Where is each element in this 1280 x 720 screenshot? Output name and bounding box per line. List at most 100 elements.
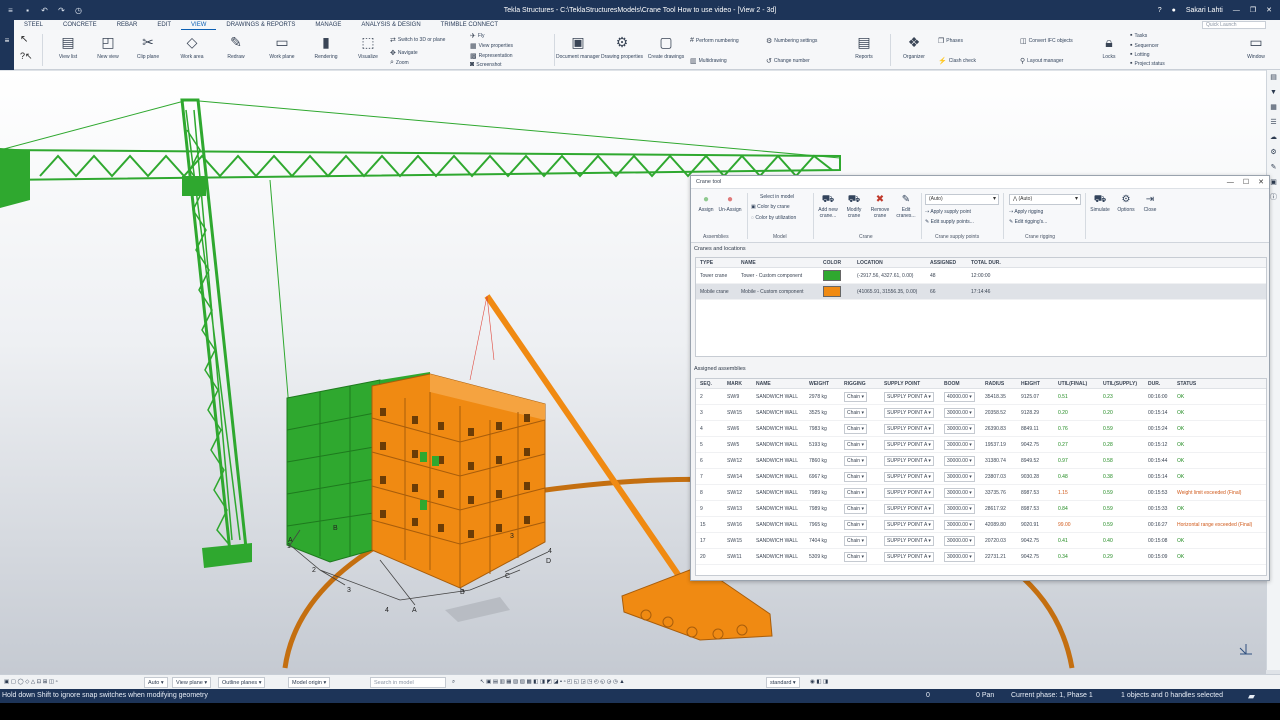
create-drawings-button[interactable]: ▢ Create drawings: [644, 32, 688, 68]
supply-point-select[interactable]: (Auto): [925, 194, 999, 205]
assembly-supply-point-select[interactable]: SUPPLY POINT A ▾: [884, 407, 934, 418]
select-arrow-icon[interactable]: ↖: [20, 34, 28, 45]
col-rigging[interactable]: RIGGING: [840, 379, 880, 388]
work-plane-button[interactable]: ▭ Work plane: [260, 32, 304, 68]
document-manager-button[interactable]: ▣ Document manager: [556, 32, 600, 68]
apply-supply-point-button[interactable]: ⇢ Apply supply point: [925, 209, 971, 215]
clip-plane-button[interactable]: ✂ Clip plane: [126, 32, 170, 68]
col-name[interactable]: NAME: [737, 258, 819, 267]
assembly-supply-point-select[interactable]: SUPPLY POINT A ▾: [884, 391, 934, 402]
col-assigned[interactable]: ASSIGNED: [926, 258, 967, 267]
assembly-rigging-select[interactable]: Chain ▾: [844, 423, 867, 434]
tasks-button[interactable]: ▪ Tasks: [1130, 32, 1147, 39]
remove-crane-button[interactable]: ✖ Remove crane: [867, 193, 893, 219]
add-new-crane-button[interactable]: ⛟ Add new crane...: [815, 193, 841, 219]
view-plane-select[interactable]: View plane ▾: [172, 677, 212, 688]
search-model-input[interactable]: Search in model: [370, 677, 446, 688]
multidrawing-button[interactable]: ▥ Multidrawing: [690, 57, 727, 65]
assembly-row[interactable]: 20 SW/11 SANDWICH WALL 5309 kg Chain ▾ SUPPLY…: [696, 549, 1266, 565]
assembly-boom-select[interactable]: 40000.00 ▾: [944, 391, 975, 402]
project-status-button[interactable]: ▪ Project status: [1130, 60, 1165, 67]
new-view-button[interactable]: ◰ New view: [86, 32, 130, 68]
save-icon[interactable]: ▪: [23, 6, 32, 15]
col-location[interactable]: LOCATION: [853, 258, 926, 267]
edit-cranes-button[interactable]: ✎ Edit cranes...: [893, 193, 919, 219]
help-icon[interactable]: ?: [1158, 7, 1162, 14]
assembly-boom-select[interactable]: 30000.00 ▾: [944, 503, 975, 514]
assembly-rigging-select[interactable]: Chain ▾: [844, 455, 867, 466]
assembly-boom-select[interactable]: 30000.00 ▾: [944, 407, 975, 418]
cloud-icon[interactable]: ☁: [1267, 131, 1280, 145]
assembly-row[interactable]: 17 SW/15 SANDWICH WALL 7404 kg Chain ▾ SUPPLY…: [696, 533, 1266, 549]
status-phase[interactable]: Current phase: 1, Phase 1: [1011, 689, 1093, 703]
assembly-supply-point-select[interactable]: SUPPLY POINT A ▾: [884, 423, 934, 434]
assembly-boom-select[interactable]: 30000.00 ▾: [944, 471, 975, 482]
perform-numbering-button[interactable]: # Perform numbering: [690, 37, 739, 44]
organizer-button[interactable]: ❖ Organizer: [892, 32, 936, 68]
color-by-utilization-button[interactable]: ◌ Color by utilization: [751, 215, 796, 221]
assembly-boom-select[interactable]: 30000.00 ▾: [944, 487, 975, 498]
close-button[interactable]: ⇥ Close: [1137, 193, 1163, 213]
simulate-button[interactable]: ⛟ Simulate: [1087, 193, 1113, 213]
tab-drawings-reports[interactable]: DRAWINGS & REPORTS: [216, 20, 305, 30]
tab-analysis-design[interactable]: ANALYSIS & DESIGN: [351, 20, 430, 30]
assembly-boom-select[interactable]: 30000.00 ▾: [944, 551, 975, 562]
crane-color-swatch[interactable]: [823, 286, 841, 298]
outline-planes-select[interactable]: Outline planes ▾: [218, 677, 266, 688]
assembly-boom-select[interactable]: 30000.00 ▾: [944, 439, 975, 450]
col-total-dur[interactable]: TOTAL DUR.: [967, 258, 1011, 267]
col-dur[interactable]: DUR.: [1144, 379, 1173, 388]
settings-icon[interactable]: ⚙: [1267, 146, 1280, 160]
col-supply-point[interactable]: SUPPLY POINT: [880, 379, 940, 388]
col-radius[interactable]: RADIUS: [981, 379, 1017, 388]
assembly-row[interactable]: 2 SW/9 SANDWICH WALL 2978 kg Chain ▾ SUPPLY P…: [696, 389, 1266, 405]
drawing-properties-button[interactable]: ⚙ Drawing properties: [600, 32, 644, 68]
rigging-select[interactable]: ⋀ (Auto): [1009, 194, 1081, 205]
assembly-supply-point-select[interactable]: SUPPLY POINT A ▾: [884, 503, 934, 514]
col-height[interactable]: HEIGHT: [1017, 379, 1054, 388]
assembly-supply-point-select[interactable]: SUPPLY POINT A ▾: [884, 535, 934, 546]
bottom-extra-icons[interactable]: ◉ ◧ ◨: [810, 677, 828, 688]
screenshot-button[interactable]: ◙ Screenshot: [470, 61, 502, 68]
assembly-supply-point-select[interactable]: SUPPLY POINT A ▾: [884, 455, 934, 466]
search-icon[interactable]: ⌕: [452, 677, 455, 688]
assembly-supply-point-select[interactable]: SUPPLY POINT A ▾: [884, 519, 934, 530]
assembly-rigging-select[interactable]: Chain ▾: [844, 391, 867, 402]
sequencer-button[interactable]: ▪ Sequencer: [1130, 42, 1159, 49]
close-icon[interactable]: ✕: [1266, 6, 1272, 14]
maximize-icon[interactable]: ❐: [1250, 6, 1256, 14]
assembly-row[interactable]: 5 SW/5 SANDWICH WALL 5193 kg Chain ▾ SUPPLY P…: [696, 437, 1266, 453]
assembly-row[interactable]: 7 SW/14 SANDWICH WALL 6967 kg Chain ▾ SUPPLY …: [696, 469, 1266, 485]
col-util-supply[interactable]: UTIL(SUPPLY): [1099, 379, 1144, 388]
menu-icon[interactable]: ≡: [6, 6, 15, 15]
redraw-button[interactable]: ✎ Redraw: [214, 32, 258, 68]
assembly-row[interactable]: 4 SW/6 SANDWICH WALL 7983 kg Chain ▾ SUPPLY P…: [696, 421, 1266, 437]
crane-row-selected[interactable]: Mobile crane Mobile - Custom component (…: [696, 284, 1266, 300]
numbering-settings-button[interactable]: ⚙ Numbering settings: [766, 37, 817, 45]
assembly-row[interactable]: 15 SW/16 SANDWICH WALL 7965 kg Chain ▾ SUPPLY…: [696, 517, 1266, 533]
assembly-row[interactable]: 9 SW/13 SANDWICH WALL 7989 kg Chain ▾ SUPPLY …: [696, 501, 1266, 517]
color-by-crane-button[interactable]: ▣ Color by crane: [751, 204, 790, 210]
assembly-rigging-select[interactable]: Chain ▾: [844, 471, 867, 482]
col-color[interactable]: COLOR: [819, 258, 853, 267]
clash-check-button[interactable]: ⚡ Clash check: [938, 57, 976, 65]
assembly-rigging-select[interactable]: Chain ▾: [844, 503, 867, 514]
assembly-boom-select[interactable]: 30000.00 ▾: [944, 535, 975, 546]
edit-rigging-button[interactable]: ✎ Edit rigging's...: [1009, 219, 1047, 225]
col-boom[interactable]: BOOM: [940, 379, 981, 388]
locks-button[interactable]: 🔒︎ Locks: [1091, 32, 1127, 68]
tools-icon[interactable]: ✎: [1267, 161, 1280, 175]
col-mark[interactable]: MARK: [723, 379, 752, 388]
catalog-icon[interactable]: ▦: [1267, 101, 1280, 115]
convert-ifc-button[interactable]: ◫ Convert IFC objects: [1020, 37, 1073, 45]
assembly-row[interactable]: 8 SW/12 SANDWICH WALL 7989 kg Chain ▾ SUPPLY …: [696, 485, 1266, 501]
layout-manager-button[interactable]: ⚲ Layout manager: [1020, 57, 1063, 65]
chat-icon[interactable]: ▰: [1248, 689, 1255, 703]
col-util-final[interactable]: UTIL(FINAL): [1054, 379, 1099, 388]
tab-edit[interactable]: EDIT: [147, 20, 181, 30]
assembly-rigging-select[interactable]: Chain ▾: [844, 439, 867, 450]
tab-manage[interactable]: MANAGE: [305, 20, 351, 30]
apply-rigging-button[interactable]: ⇢ Apply rigging: [1009, 209, 1043, 215]
crane-color-swatch[interactable]: [823, 270, 841, 282]
col-weight[interactable]: WEIGHT: [805, 379, 840, 388]
